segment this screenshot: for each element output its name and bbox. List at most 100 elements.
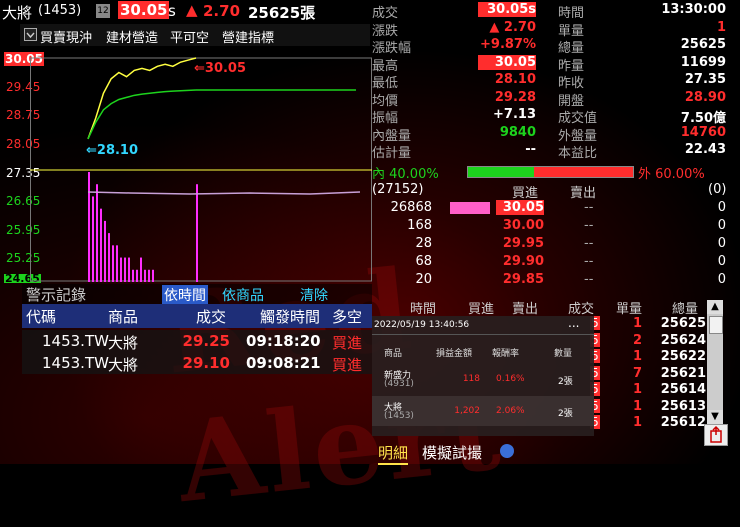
col-product: 商品 <box>108 308 139 326</box>
quote-label: 振幅 <box>372 111 399 126</box>
quote-label: 漲跌 <box>372 23 399 39</box>
intraday-chart <box>30 57 372 282</box>
quote-value: 30.05s <box>478 2 536 17</box>
inner-bar-fill <box>468 167 534 177</box>
alert-name: 大將 <box>108 334 139 352</box>
alert-side: 買進 <box>332 334 363 352</box>
popup-col-return: 報酬率 <box>492 349 520 359</box>
last-price: 30.05 <box>118 1 170 19</box>
alert-row[interactable]: 1453.TW 大將 29.10 09:08:21 買進 <box>22 352 372 374</box>
volume-bar <box>136 269 138 282</box>
quote-label: 最低 <box>372 76 399 91</box>
book-bid-price: 29.95 <box>502 236 544 251</box>
alert-price: 29.25 <box>182 332 230 350</box>
book-bid-header: 買進 <box>512 186 539 201</box>
popup-return: 0.16% <box>496 374 525 384</box>
volume-bar <box>128 257 130 282</box>
book-ask-price: -- <box>584 236 594 251</box>
volume-bar <box>144 269 146 282</box>
low-annotation: ⇐28.10 <box>86 143 139 158</box>
tick-col-header: 賣出 <box>512 302 539 317</box>
popup-col-qty: 數量 <box>554 349 573 359</box>
tick-scrollbar[interactable]: ▲ ▼ <box>707 300 723 424</box>
volume-bar <box>100 208 102 282</box>
alert-price: 29.10 <box>182 354 230 372</box>
volume-bar <box>152 269 154 282</box>
popup-menu-icon[interactable]: ... <box>568 316 579 330</box>
book-ask-qty: 0 <box>717 254 726 269</box>
tab-by-product[interactable]: 依商品 <box>222 285 264 305</box>
menu-item-short[interactable]: 平可空 <box>170 27 209 46</box>
book-qty: 168 <box>407 218 432 233</box>
quote-label: 成交 <box>372 6 399 21</box>
popup-code: (1453) <box>384 411 414 421</box>
badge-icon: 12 <box>96 4 110 18</box>
price-change: 2.70 <box>203 2 241 20</box>
menu-item-industry[interactable]: 建材營造 <box>106 27 158 46</box>
popup-qty: 2張 <box>558 377 573 387</box>
quote-label-right: 昨收 <box>558 76 585 91</box>
quote-value-right: 25625 <box>680 37 726 52</box>
clear-button[interactable]: 清除 <box>300 285 328 305</box>
book-ask-qty: 0 <box>717 218 726 233</box>
popup-qty: 2張 <box>558 409 573 419</box>
quote-label-right: 昨量 <box>558 58 585 74</box>
quote-label: 均價 <box>372 93 399 109</box>
scroll-thumb[interactable] <box>709 316 723 334</box>
popup-pnl: 1,202 <box>454 406 480 416</box>
menu-item-index[interactable]: 營建指標 <box>222 27 274 46</box>
inner-pct: 內 40.00% <box>372 167 439 182</box>
book-qty: 20 <box>415 272 432 287</box>
alert-panel: 警示記錄 依時間 依商品 清除 代碼 商品 成交 觸發時間 多空 1453.TW… <box>22 284 372 464</box>
quote-label-right: 時間 <box>558 6 585 21</box>
volume-bar <box>104 220 106 282</box>
stock-name: 大將 <box>2 4 33 22</box>
alert-time: 09:08:21 <box>246 354 321 372</box>
volume-bar <box>116 245 118 282</box>
scroll-down-icon[interactable]: ▼ <box>707 410 723 424</box>
tick-col-header: 總量 <box>672 302 699 317</box>
volume-bar <box>92 196 94 282</box>
book-bid-price: 30.00 <box>502 218 544 233</box>
globe-icon[interactable] <box>500 444 514 458</box>
popup-date: 2022/05/19 13:40:56 <box>374 320 470 330</box>
quote-value: +9.87% <box>480 37 536 52</box>
scroll-up-icon[interactable]: ▲ <box>707 300 723 314</box>
quote-value-right: 13:30:00 <box>661 2 726 17</box>
alert-name: 大將 <box>108 356 139 374</box>
daytrade-label[interactable]: 買賣現沖 <box>40 27 92 46</box>
quote-value-right: 11699 <box>680 54 726 70</box>
tick-total: 25622 <box>660 349 706 364</box>
quote-label: 內盤量 <box>372 128 412 144</box>
quote-label: 最高 <box>372 58 399 74</box>
export-icon[interactable] <box>704 424 728 446</box>
tick-total: 25624 <box>660 332 706 348</box>
low-annotation-label: 28.10 <box>96 143 139 158</box>
volume-bar <box>124 257 126 282</box>
quote-value: 30.05 <box>478 54 536 70</box>
book-ask-price: -- <box>584 200 594 215</box>
book-right-total: (0) <box>708 182 727 197</box>
quote-value-right: 1 <box>716 19 726 35</box>
outer-pct: 外 60.00% <box>638 167 705 182</box>
quote-value-right: 28.90 <box>684 89 726 105</box>
tick-volume: 1 <box>632 382 642 397</box>
tab-detail[interactable]: 明細 <box>378 442 409 465</box>
high-annotation-label: 30.05 <box>204 61 247 76</box>
tick-total: 25613 <box>660 398 706 414</box>
alert-header-row: 代碼 商品 成交 觸發時間 多空 <box>22 304 372 328</box>
series-line <box>87 89 197 140</box>
pnl-popup: 2022/05/19 13:40:56 ... 商品 損益金額 報酬率 數量 新… <box>372 316 594 436</box>
alert-row[interactable]: 1453.TW 大將 29.25 09:18:20 買進 <box>22 330 372 352</box>
daytrade-checkbox[interactable] <box>24 28 37 41</box>
book-bid-price: 29.90 <box>502 254 544 269</box>
change-arrow-icon: ▲ <box>186 1 198 19</box>
tick-volume: 2 <box>632 332 642 348</box>
tab-by-time[interactable]: 依時間 <box>162 285 208 305</box>
quote-value-right: 14760 <box>680 124 726 140</box>
popup-col-product: 商品 <box>384 349 403 359</box>
tick-total: 25614 <box>660 382 706 397</box>
tab-simulation[interactable]: 模擬試撮 <box>422 442 482 463</box>
high-annotation: ⇐30.05 <box>194 61 247 76</box>
book-ask-qty: 0 <box>717 236 726 251</box>
